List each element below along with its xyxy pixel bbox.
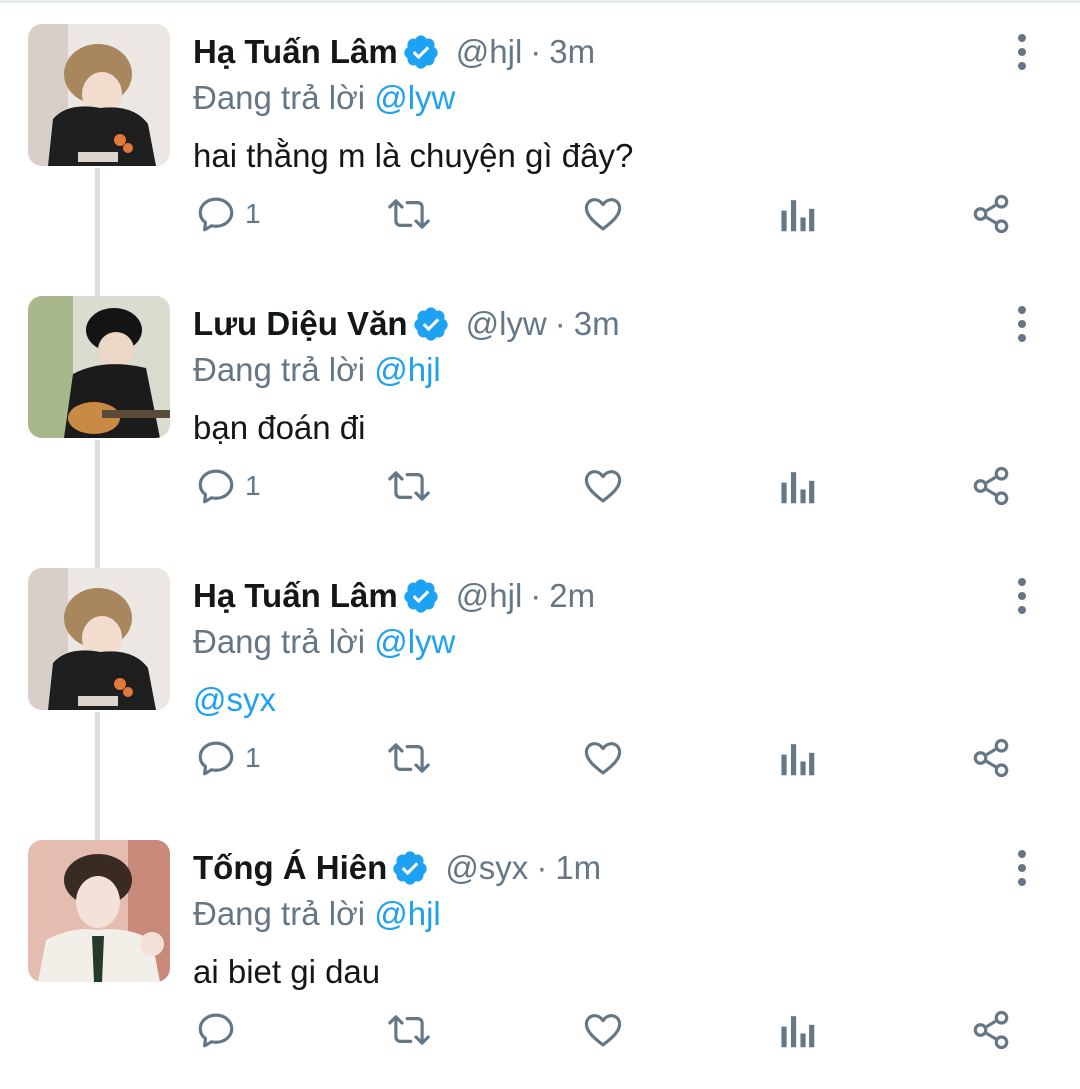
tweet-header: Hạ Tuấn Lâm @hjl · 3m — [193, 28, 595, 76]
retweet-icon — [388, 743, 430, 773]
mention-link[interactable]: @lyw — [374, 79, 455, 116]
share-button[interactable] — [970, 188, 1012, 240]
analytics-button[interactable] — [778, 460, 816, 512]
tweet-text-mention[interactable]: @syx — [193, 676, 276, 724]
like-button[interactable] — [582, 188, 624, 240]
user-handle[interactable]: @hjl — [456, 572, 523, 620]
more-icon[interactable] — [1006, 30, 1038, 74]
share-button[interactable] — [970, 1004, 1012, 1056]
reply-button[interactable]: 1 — [195, 460, 261, 512]
action-bar: 1 — [0, 184, 1080, 244]
analytics-icon — [781, 472, 815, 504]
retweet-button[interactable] — [386, 188, 432, 240]
tweet[interactable]: Hạ Tuấn Lâm @hjl · 3m Đang trả lời @lyw … — [0, 0, 1080, 272]
more-icon[interactable] — [1006, 302, 1038, 346]
share-button[interactable] — [970, 732, 1012, 784]
separator: · — [530, 33, 542, 70]
share-button[interactable] — [970, 460, 1012, 512]
share-icon — [973, 466, 1009, 506]
user-handle[interactable]: @syx — [445, 844, 528, 892]
mention-link[interactable]: @hjl — [374, 351, 441, 388]
timestamp[interactable]: 3m — [549, 28, 595, 76]
like-button[interactable] — [582, 732, 624, 784]
verified-badge-icon — [402, 33, 440, 71]
display-name[interactable]: Tống Á Hiên — [193, 844, 387, 892]
retweet-icon — [388, 199, 430, 229]
reply-icon — [198, 1013, 234, 1048]
analytics-icon — [781, 744, 815, 776]
reply-icon — [198, 469, 234, 504]
like-icon — [584, 198, 622, 231]
like-button[interactable] — [582, 1004, 624, 1056]
tweet[interactable]: Lưu Diệu Văn @lyw · 3m Đang trả lời @hjl… — [0, 272, 1080, 544]
user-handle[interactable]: @hjl — [456, 28, 523, 76]
tweet[interactable]: Hạ Tuấn Lâm @hjl · 2m Đang trả lời @lyw … — [0, 544, 1080, 816]
replying-to: Đang trả lời @lyw — [193, 74, 455, 122]
avatar[interactable] — [28, 568, 170, 710]
verified-badge-icon — [391, 849, 429, 887]
display-name[interactable]: Hạ Tuấn Lâm — [193, 572, 398, 620]
separator: · — [530, 577, 542, 614]
timestamp[interactable]: 3m — [574, 300, 620, 348]
reply-icon — [198, 197, 234, 232]
retweet-button[interactable] — [386, 732, 432, 784]
action-bar: 1 — [0, 728, 1080, 788]
share-icon — [973, 738, 1009, 778]
reply-icon — [198, 741, 234, 776]
reply-button[interactable] — [195, 1004, 245, 1056]
retweet-icon — [388, 1015, 430, 1045]
tweet-text: hai thằng m là chuyện gì đây? — [193, 137, 634, 174]
share-icon — [973, 1010, 1009, 1050]
reply-prefix: Đang trả lời — [193, 623, 366, 660]
replying-to: Đang trả lời @hjl — [193, 890, 441, 938]
display-name[interactable]: Hạ Tuấn Lâm — [193, 28, 398, 76]
display-name[interactable]: Lưu Diệu Văn — [193, 300, 408, 348]
verified-badge-icon — [402, 577, 440, 615]
analytics-button[interactable] — [778, 732, 816, 784]
reply-prefix: Đang trả lời — [193, 79, 366, 116]
avatar[interactable] — [28, 840, 170, 982]
replying-to: Đang trả lời @hjl — [193, 346, 441, 394]
timestamp[interactable]: 1m — [555, 844, 601, 892]
retweet-button[interactable] — [386, 460, 432, 512]
reply-prefix: Đang trả lời — [193, 895, 366, 932]
reply-button[interactable]: 1 — [195, 732, 261, 784]
retweet-button[interactable] — [386, 1004, 432, 1056]
tweet-header: Hạ Tuấn Lâm @hjl · 2m — [193, 572, 595, 620]
like-icon — [584, 1014, 622, 1047]
separator: · — [536, 849, 548, 886]
share-icon — [973, 194, 1009, 234]
retweet-icon — [388, 471, 430, 501]
tweet-text: ai biet gi dau — [193, 953, 381, 990]
mention-link[interactable]: @lyw — [374, 623, 455, 660]
avatar[interactable] — [28, 296, 170, 438]
reply-count: 1 — [245, 198, 261, 229]
reply-button[interactable]: 1 — [195, 188, 261, 240]
analytics-icon — [781, 1016, 815, 1048]
like-icon — [584, 470, 622, 503]
more-icon[interactable] — [1006, 574, 1038, 618]
reply-count: 1 — [245, 742, 261, 773]
separator: · — [554, 305, 566, 342]
tweet-text: bạn đoán đi — [193, 409, 366, 446]
analytics-icon — [781, 200, 815, 232]
timestamp[interactable]: 2m — [549, 572, 595, 620]
like-icon — [584, 742, 622, 775]
reply-count: 1 — [245, 470, 261, 501]
tweet-header: Lưu Diệu Văn @lyw · 3m — [193, 300, 620, 348]
analytics-button[interactable] — [778, 1004, 816, 1056]
user-handle[interactable]: @lyw — [466, 300, 547, 348]
avatar[interactable] — [28, 24, 170, 166]
like-button[interactable] — [582, 460, 624, 512]
more-icon[interactable] — [1006, 846, 1038, 890]
tweet-header: Tống Á Hiên @syx · 1m — [193, 844, 601, 892]
verified-badge-icon — [412, 305, 450, 343]
action-bar: 1 — [0, 456, 1080, 516]
reply-prefix: Đang trả lời — [193, 351, 366, 388]
action-bar — [0, 1000, 1080, 1060]
replying-to: Đang trả lời @lyw — [193, 618, 455, 666]
tweet[interactable]: Tống Á Hiên @syx · 1m Đang trả lời @hjl … — [0, 816, 1080, 1088]
analytics-button[interactable] — [778, 188, 816, 240]
mention-link[interactable]: @hjl — [374, 895, 441, 932]
